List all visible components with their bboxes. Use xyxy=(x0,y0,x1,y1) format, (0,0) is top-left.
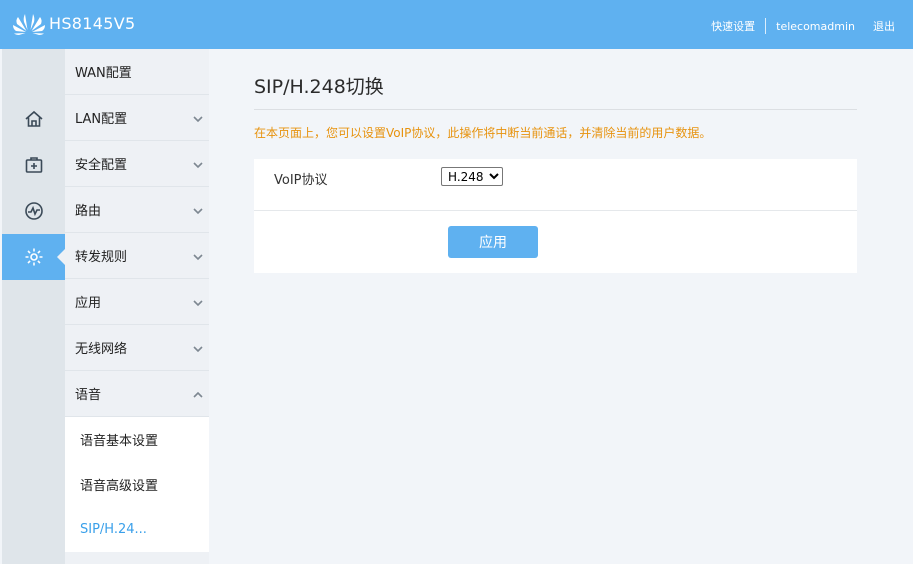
rail-home[interactable] xyxy=(2,96,65,142)
chevron-down-icon xyxy=(193,205,203,215)
top-bar: HS8145V5 快速设置 telecomadmin 退出 xyxy=(0,0,913,49)
icon-rail xyxy=(2,49,66,564)
top-links: 快速设置 telecomadmin 退出 xyxy=(711,18,895,34)
device-model: HS8145V5 xyxy=(49,14,136,33)
menu-item-wan[interactable]: WAN配置 xyxy=(65,49,209,95)
voip-protocol-label: VoIP协议 xyxy=(274,173,328,188)
sidebar-menu: WAN配置 LAN配置 安全配置 路由 转发规则 应用 无线网络 语音 语音基本… xyxy=(65,49,209,564)
top-divider xyxy=(765,18,767,34)
menu-item-label: LAN配置 xyxy=(75,112,128,127)
menu-item-label: 应用 xyxy=(75,296,102,311)
gear-icon xyxy=(25,248,42,266)
logout-link[interactable]: 退出 xyxy=(873,18,895,34)
chevron-down-icon xyxy=(193,343,203,353)
rail-settings[interactable] xyxy=(2,234,66,280)
username-link[interactable]: telecomadmin xyxy=(776,20,855,33)
menu-item-applications[interactable]: 应用 xyxy=(65,279,209,325)
menu-item-label: 无线网络 xyxy=(75,342,128,357)
first-aid-icon xyxy=(25,157,42,173)
chevron-down-icon xyxy=(193,159,203,169)
submenu-item-sip-h248[interactable]: SIP/H.24... xyxy=(65,507,209,552)
submenu-item-label: 语音高级设置 xyxy=(80,479,159,494)
menu-item-security[interactable]: 安全配置 xyxy=(65,141,209,187)
chevron-up-icon xyxy=(193,389,203,399)
submenu-item-voice-basic[interactable]: 语音基本设置 xyxy=(65,417,209,462)
submenu-item-voice-advanced[interactable]: 语音高级设置 xyxy=(65,462,209,507)
chevron-down-icon xyxy=(193,113,203,123)
menu-item-wireless[interactable]: 无线网络 xyxy=(65,325,209,371)
voice-submenu: 语音基本设置 语音高级设置 SIP/H.24... xyxy=(65,417,209,552)
menu-item-voice[interactable]: 语音 xyxy=(65,371,209,417)
settings-card: VoIP协议 H.248 应用 xyxy=(254,159,857,273)
home-icon xyxy=(24,110,43,127)
rail-first-aid[interactable] xyxy=(2,142,65,188)
apply-row: 应用 xyxy=(254,211,857,273)
menu-item-label: 转发规则 xyxy=(75,250,128,265)
page-title: SIP/H.248切换 xyxy=(254,60,857,110)
menu-item-label: WAN配置 xyxy=(75,66,132,81)
menu-item-label: 路由 xyxy=(75,204,102,219)
apply-button[interactable]: 应用 xyxy=(448,226,538,258)
voip-protocol-select[interactable]: H.248 xyxy=(441,167,503,186)
huawei-logo xyxy=(13,14,45,35)
submenu-item-label: 语音基本设置 xyxy=(80,434,159,449)
menu-item-lan[interactable]: LAN配置 xyxy=(65,95,209,141)
quick-setup-link[interactable]: 快速设置 xyxy=(711,18,755,34)
voip-protocol-row: VoIP协议 H.248 xyxy=(254,159,857,211)
menu-item-routing[interactable]: 路由 xyxy=(65,187,209,233)
rail-pulse[interactable] xyxy=(2,188,65,234)
menu-item-label: 语音 xyxy=(75,388,102,403)
menu-item-forwarding[interactable]: 转发规则 xyxy=(65,233,209,279)
notice-text: 在本页面上，您可以设置VoIP协议，此操作将中断当前通话，并清除当前的用户数据。 xyxy=(254,126,712,140)
submenu-item-label: SIP/H.24... xyxy=(80,522,147,537)
chevron-down-icon xyxy=(193,251,203,261)
chevron-down-icon xyxy=(193,297,203,307)
pulse-icon xyxy=(24,202,43,220)
main-content: SIP/H.248切换 在本页面上，您可以设置VoIP协议，此操作将中断当前通话… xyxy=(254,60,857,273)
menu-item-label: 安全配置 xyxy=(75,158,128,173)
